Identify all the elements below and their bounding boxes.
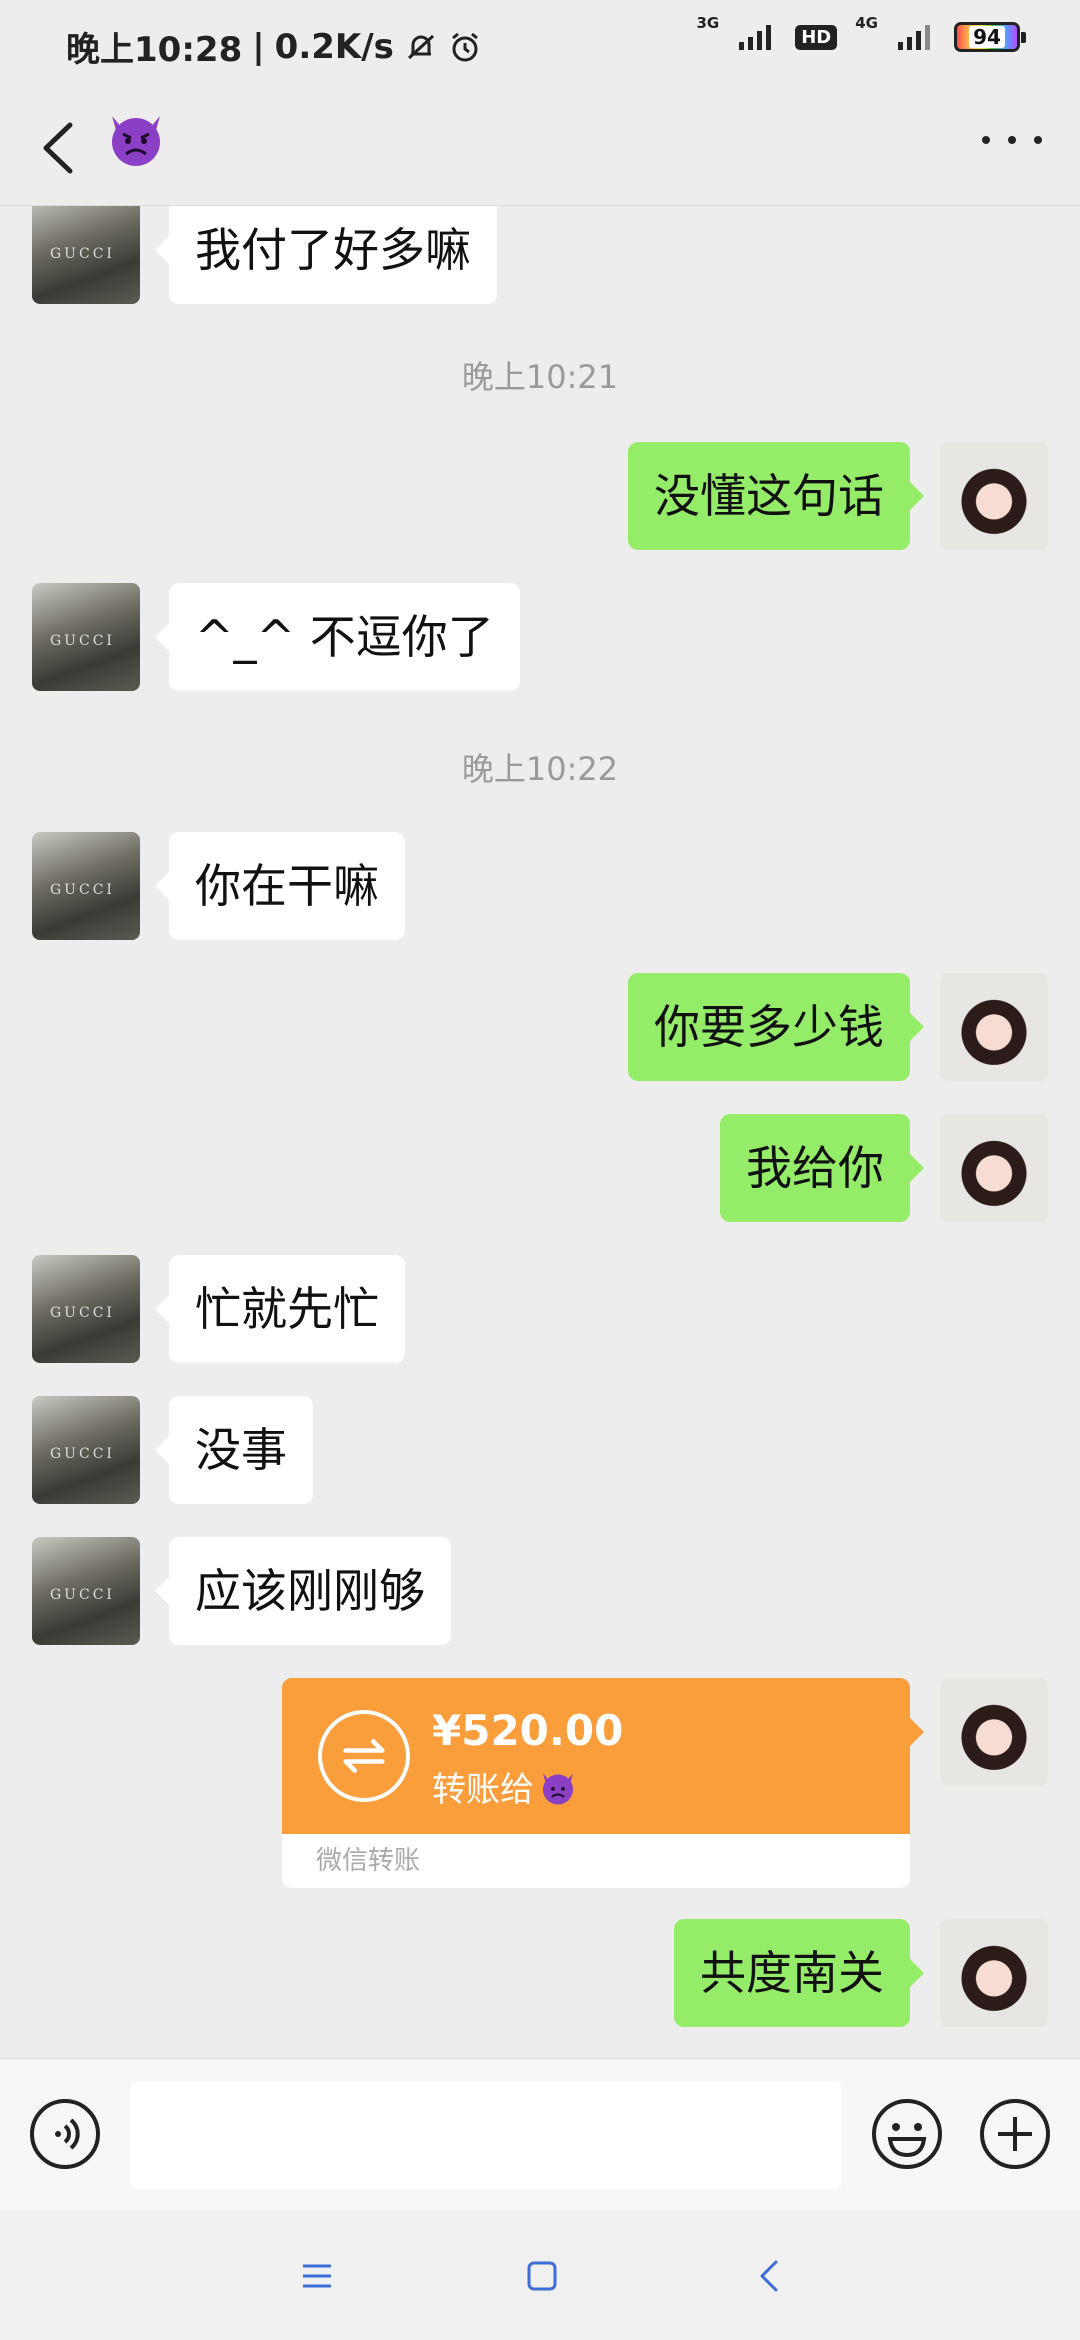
status-time: 晚上10:28 [66, 30, 243, 70]
system-nav-bar [0, 2210, 1080, 2340]
contact-avatar[interactable] [32, 1396, 140, 1504]
received-message-bubble[interactable]: 忙就先忙 [155, 1255, 405, 1363]
my-avatar[interactable] [940, 973, 1048, 1081]
bell-off-icon [407, 34, 434, 59]
my-avatar[interactable] [940, 1114, 1048, 1222]
chat-header [0, 88, 1080, 206]
network-4g-label: 4G [855, 14, 878, 32]
contact-avatar[interactable] [32, 832, 140, 940]
plus-icon[interactable] [978, 2097, 1052, 2171]
received-message-bubble[interactable]: 应该刚刚够 [155, 1537, 451, 1645]
status-speed: 0.2K/s [274, 26, 394, 67]
sent-message-bubble[interactable]: 没懂这句话 [628, 442, 924, 550]
chat-timestamp: 晚上10:22 [461, 750, 619, 788]
signal-bars-icon [898, 25, 930, 50]
transfer-amount: ¥520.00 [432, 1706, 624, 1755]
chevron-left-icon[interactable] [32, 113, 92, 183]
devil-emoji-icon [543, 1772, 573, 1804]
status-separator: | [252, 26, 265, 67]
status-right: 3G HD 4G 94 [696, 14, 1026, 52]
hd-badge: HD [795, 24, 838, 50]
transfer-description: 转账给 [432, 1762, 578, 1811]
received-message-bubble[interactable]: 我付了好多嘛 [155, 206, 497, 304]
sent-message-bubble[interactable]: 你要多少钱 [628, 973, 924, 1081]
sent-message-bubble[interactable]: 共度南关 [674, 1919, 924, 2027]
smile-icon[interactable] [870, 2097, 944, 2171]
status-bar: 晚上10:28 | 0.2K/s 3G HD 4G 94 [0, 0, 1080, 88]
chat-timestamp: 晚上10:21 [461, 358, 619, 396]
status-left: 晚上10:28 | 0.2K/s [66, 22, 482, 71]
my-avatar[interactable] [940, 1919, 1048, 2027]
voice-icon[interactable] [28, 2097, 102, 2171]
received-message-bubble[interactable]: 没事 [155, 1396, 313, 1504]
message-text-input[interactable] [130, 2081, 842, 2189]
signal-bars-icon [739, 25, 772, 50]
transfer-arrows-icon [318, 1710, 410, 1802]
my-avatar[interactable] [940, 442, 1048, 550]
chat-message-list[interactable]: 我付了好多嘛 晚上10:21 没懂这句话 ^_^ 不逗你了 晚上10:22 你在… [0, 206, 1080, 2058]
transfer-card-body: ¥520.00 转账给 [282, 1678, 924, 1834]
devil-emoji-icon [112, 116, 160, 166]
contact-avatar[interactable] [32, 583, 140, 691]
alarm-clock-icon [451, 32, 478, 61]
contact-avatar[interactable] [32, 1255, 140, 1363]
contact-avatar[interactable] [32, 1537, 140, 1645]
menu-icon[interactable] [300, 2256, 334, 2296]
more-button[interactable] [982, 128, 1042, 152]
transfer-footer: 微信转账 [282, 1834, 910, 1888]
received-message-bubble[interactable]: 你在干嘛 [155, 832, 405, 940]
more-dots-icon [982, 136, 990, 144]
battery-icon: 94 [954, 22, 1026, 52]
sent-message-bubble[interactable]: 我给你 [720, 1114, 924, 1222]
home-square-icon[interactable] [525, 2256, 559, 2296]
received-message-bubble[interactable]: ^_^ 不逗你了 [155, 583, 520, 691]
network-3g-label: 3G [696, 14, 720, 32]
back-chevron-icon[interactable] [752, 2256, 786, 2296]
battery-level: 94 [969, 26, 1005, 48]
contact-avatar[interactable] [32, 206, 140, 304]
transfer-card[interactable]: ¥520.00 转账给 微信转账 [282, 1678, 924, 1888]
my-avatar[interactable] [940, 1678, 1048, 1786]
message-input-bar [0, 2058, 1080, 2210]
transfer-desc-label: 转账给 [432, 1770, 534, 1810]
